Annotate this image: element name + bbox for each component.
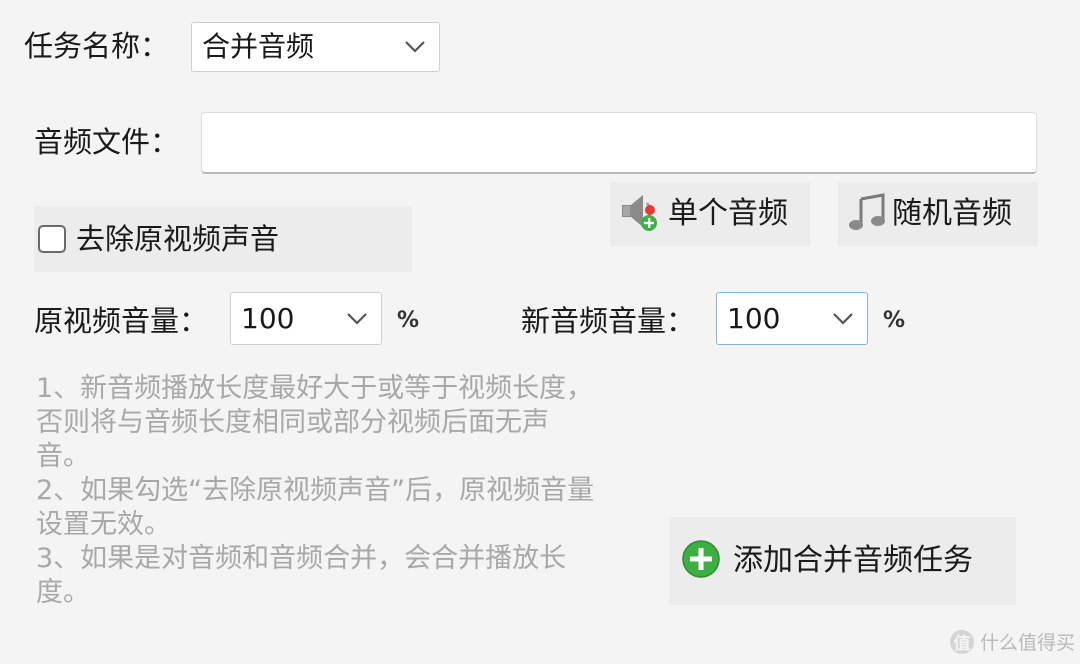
help-notes: 1、新音频播放长度最好大于或等于视频长度，否则将与音频长度相同或部分视频后面无声… <box>36 372 596 610</box>
original-volume-select[interactable]: 100 <box>230 292 382 345</box>
note-item: 3、如果是对音频和音频合并，会合并播放长度。 <box>36 543 567 608</box>
random-audio-label: 随机音频 <box>892 196 1012 231</box>
note-item: 2、如果勾选“去除原视频声音”后，原视频音量设置无效。 <box>36 475 595 540</box>
music-note-icon <box>848 191 888 237</box>
single-audio-button[interactable]: 单个音频 <box>610 182 810 246</box>
watermark: 值 什么值得买 <box>950 628 1075 655</box>
task-name-label: 任务名称： <box>24 29 170 63</box>
new-volume-unit: % <box>883 308 906 333</box>
audio-file-label: 音频文件： <box>34 125 180 159</box>
audio-file-input[interactable] <box>201 112 1037 174</box>
remove-original-sound-checkbox[interactable]: 去除原视频声音 <box>34 206 412 272</box>
note-item: 1、新音频播放长度最好大于或等于视频长度，否则将与音频长度相同或部分视频后面无声… <box>36 373 594 472</box>
checkbox-box[interactable] <box>38 225 66 253</box>
new-volume-value: 100 <box>727 301 781 335</box>
add-circle-icon <box>681 539 721 583</box>
speaker-add-icon <box>618 190 664 238</box>
task-name-select[interactable]: 合并音频 <box>191 22 440 72</box>
watermark-text: 什么值得买 <box>980 632 1076 654</box>
original-volume-value: 100 <box>241 301 295 335</box>
add-merge-audio-task-button[interactable]: 添加合并音频任务 <box>669 517 1016 605</box>
task-name-value: 合并音频 <box>202 30 315 63</box>
chevron-down-icon <box>831 311 855 327</box>
remove-original-sound-label: 去除原视频声音 <box>76 221 280 256</box>
single-audio-label: 单个音频 <box>668 196 788 231</box>
original-volume-label: 原视频音量： <box>34 304 209 338</box>
original-volume-unit: % <box>397 308 420 333</box>
watermark-logo-icon: 值 <box>950 629 974 654</box>
add-merge-audio-task-label: 添加合并音频任务 <box>733 543 973 578</box>
new-volume-select[interactable]: 100 <box>716 292 868 345</box>
chevron-down-icon <box>345 311 369 327</box>
new-volume-label: 新音频音量： <box>521 304 696 338</box>
random-audio-button[interactable]: 随机音频 <box>838 182 1038 246</box>
chevron-down-icon <box>403 39 427 55</box>
